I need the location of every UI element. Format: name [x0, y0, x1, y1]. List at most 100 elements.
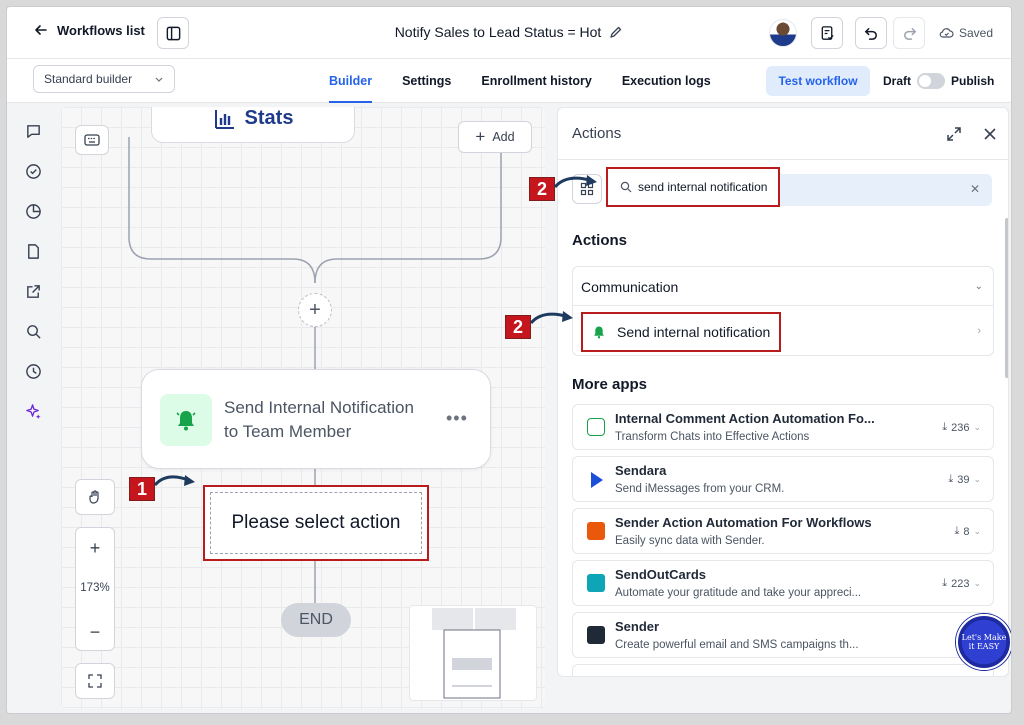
step-marker-1: 1 [129, 477, 155, 501]
sidebar-panel-icon [166, 26, 180, 40]
document-check-icon [821, 25, 834, 40]
rail-comments[interactable] [23, 121, 43, 141]
app-sender-icon [587, 522, 605, 540]
version-history-button[interactable] [811, 17, 843, 49]
rail-external[interactable] [23, 281, 43, 301]
workflow-canvas[interactable]: Stats + Add + Send Internal Notification… [61, 107, 545, 709]
pan-hand-button[interactable] [75, 479, 115, 515]
pencil-edit-icon[interactable] [609, 25, 623, 39]
send-internal-notification-action[interactable]: Send internal notification [581, 312, 781, 352]
actions-search-highlight [606, 167, 780, 207]
add-node-button[interactable]: + Add [458, 121, 532, 153]
toggle-sidebar-button[interactable] [157, 17, 189, 49]
fullscreen-icon [88, 674, 102, 688]
back-to-workflows-link[interactable]: Workflows list [33, 22, 145, 38]
bar-chart-icon [214, 110, 234, 129]
clear-search-icon[interactable]: ✕ [970, 182, 980, 196]
publish-toggle[interactable] [917, 73, 945, 89]
send-internal-notification-label: Send internal notification [617, 324, 771, 340]
publish-label: Publish [951, 74, 995, 88]
install-count: 39 [957, 473, 970, 486]
builder-tabs: Builder Settings Enrollment history Exec… [329, 59, 711, 103]
app-window: Workflows list Notify Sales to Lead Stat… [6, 6, 1012, 714]
panel-scrollbar[interactable] [1005, 218, 1008, 378]
zoom-in-button[interactable]: + [76, 538, 114, 559]
install-count: 236 [951, 421, 970, 434]
app-install-count: ⤓ 39 ⌄ [948, 473, 981, 486]
select-action-placeholder[interactable]: Please select action [203, 485, 429, 561]
curved-arrow-icon [553, 175, 597, 189]
document-icon [27, 243, 39, 259]
stats-node[interactable]: Stats [151, 107, 355, 143]
clock-history-icon [25, 363, 41, 379]
rail-analytics[interactable] [23, 201, 43, 221]
app-card[interactable]: Sender Create powerful email and SMS cam… [572, 612, 994, 658]
external-link-icon [26, 284, 40, 298]
zoom-out-button[interactable]: − [76, 622, 114, 643]
keyboard-shortcuts-button[interactable] [75, 125, 109, 155]
chevron-down-icon[interactable]: ⌄ [975, 281, 983, 292]
redo-icon [903, 27, 916, 40]
app-name: Sender [615, 619, 660, 634]
rail-search[interactable] [23, 321, 43, 341]
app-desc: Automate your gratitude and take your ap… [615, 587, 862, 599]
end-node: END [281, 603, 351, 637]
install-count: 223 [951, 577, 970, 590]
fit-view-button[interactable] [75, 663, 115, 699]
curved-arrow-icon [153, 475, 195, 487]
chat-bubble-icon [26, 124, 40, 138]
user-avatar[interactable] [769, 19, 797, 47]
app-name: Internal Comment Action Automation Fo... [615, 411, 875, 426]
search-icon [26, 324, 41, 339]
app-card[interactable] [572, 664, 994, 676]
app-install-count: ⤓ 8 ⌄ [954, 525, 981, 538]
communication-category-label[interactable]: Communication [581, 279, 678, 295]
app-install-count: ⤓ 236 ⌄ [942, 421, 981, 434]
chevron-down-icon [155, 77, 163, 82]
rail-history[interactable] [23, 361, 43, 381]
send-internal-notification-node[interactable]: Send Internal Notification to Team Membe… [141, 369, 491, 469]
plus-icon: + [309, 298, 321, 321]
app-card[interactable]: Sender Action Automation For Workflows E… [572, 508, 994, 554]
rail-tasks[interactable] [23, 161, 43, 181]
chevron-down-icon[interactable]: ⌄ [973, 526, 981, 537]
close-icon[interactable] [980, 124, 1000, 144]
app-desc: Easily sync data with Sender. [615, 535, 765, 547]
insert-step-button[interactable]: + [298, 293, 332, 327]
app-name: Sendara [615, 463, 667, 478]
chevron-down-icon[interactable]: ⌄ [973, 474, 981, 485]
app-card[interactable]: SendOutCards Automate your gratitude and… [572, 560, 994, 606]
builder-mode-select[interactable]: Standard builder [33, 65, 175, 93]
chevron-down-icon[interactable]: ⌄ [973, 422, 981, 433]
undo-button[interactable] [855, 17, 887, 49]
app-send-arrow-icon [591, 472, 603, 488]
back-label: Workflows list [57, 22, 145, 38]
download-icon: ⤓ [942, 421, 948, 433]
app-install-count: ⤓ 223 ⌄ [942, 577, 981, 590]
category-divider [573, 305, 993, 306]
chevron-down-icon[interactable]: ⌄ [973, 578, 981, 589]
redo-button[interactable] [893, 17, 925, 49]
search-icon [620, 181, 632, 193]
more-options-icon[interactable]: ••• [446, 408, 468, 429]
app-card[interactable]: Sendara Send iMessages from your CRM. ⤓ 3… [572, 456, 994, 502]
zoom-controls: + 173% − [75, 527, 115, 651]
app-card[interactable]: Internal Comment Action Automation Fo...… [572, 404, 994, 450]
tab-enrollment-history[interactable]: Enrollment history [481, 59, 591, 103]
minimap[interactable] [409, 605, 537, 701]
rail-notes[interactable] [23, 241, 43, 261]
top-bar: Workflows list Notify Sales to Lead Stat… [7, 7, 1011, 59]
download-icon: ⤓ [954, 525, 960, 537]
chevron-right-icon[interactable]: › [977, 325, 981, 337]
actions-panel-title: Actions [572, 125, 622, 142]
tab-builder[interactable]: Builder [329, 59, 373, 103]
tab-settings[interactable]: Settings [402, 59, 451, 103]
check-circle-icon [25, 163, 41, 179]
actions-search-input[interactable] [638, 180, 778, 194]
tab-execution-logs[interactable]: Execution logs [622, 59, 711, 103]
app-name: Sender Action Automation For Workflows [615, 515, 872, 530]
more-apps-heading: More apps [572, 376, 648, 393]
test-workflow-button[interactable]: Test workflow [766, 66, 870, 96]
rail-ai[interactable] [23, 401, 43, 421]
expand-icon[interactable] [944, 124, 964, 144]
